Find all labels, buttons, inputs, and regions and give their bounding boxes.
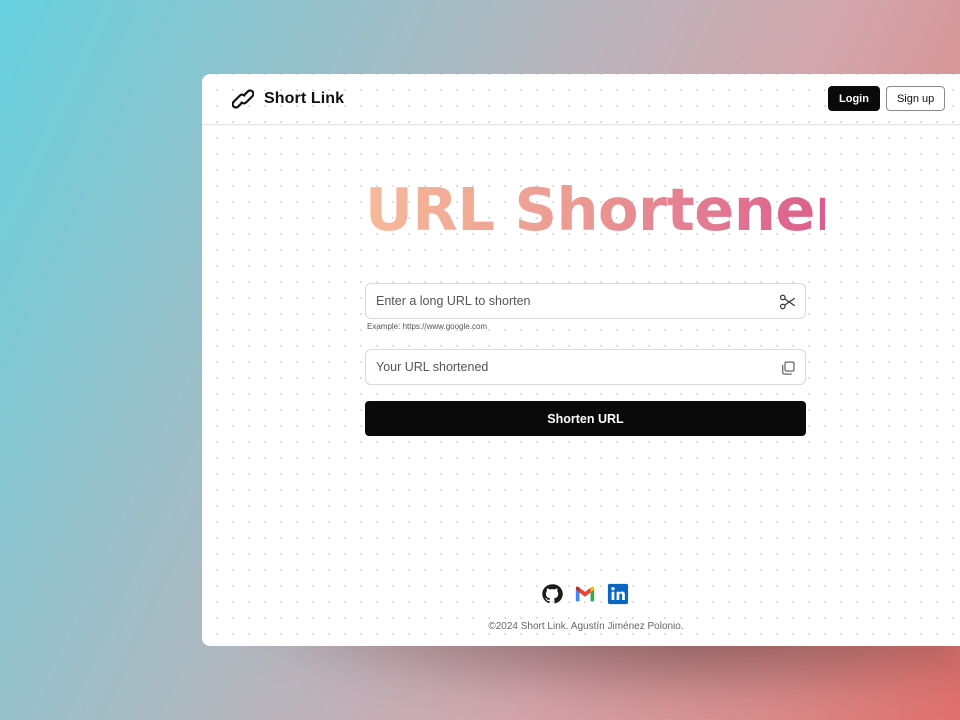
social-links xyxy=(541,583,629,605)
navbar: Short Link Login Sign up xyxy=(202,74,960,125)
page-title: URL Shortener xyxy=(365,170,844,250)
copy-icon[interactable] xyxy=(779,359,797,377)
brand-name: Short Link xyxy=(264,90,345,107)
github-icon[interactable] xyxy=(541,583,563,605)
gmail-icon[interactable] xyxy=(574,583,596,605)
link-icon xyxy=(231,88,255,110)
app-window: Short Link Login Sign up URL Shortener E… xyxy=(202,74,960,646)
url-example-hint: Example: https://www.google.com xyxy=(367,322,488,331)
signup-button[interactable]: Sign up xyxy=(885,86,946,111)
short-url-field xyxy=(365,349,806,385)
copyright: ©2024 Short Link. Agustín Jiménez Poloni… xyxy=(488,621,684,632)
login-button[interactable]: Login xyxy=(828,86,880,111)
url-input-field xyxy=(365,283,806,319)
shorten-url-button[interactable]: Shorten URL xyxy=(365,401,806,436)
brand[interactable]: Short Link xyxy=(231,88,345,110)
scissors-icon[interactable] xyxy=(779,293,797,311)
linkedin-icon[interactable] xyxy=(607,583,629,605)
long-url-input[interactable] xyxy=(366,284,805,318)
nav-actions: Login Sign up xyxy=(828,86,946,111)
short-url-output[interactable] xyxy=(366,350,805,384)
